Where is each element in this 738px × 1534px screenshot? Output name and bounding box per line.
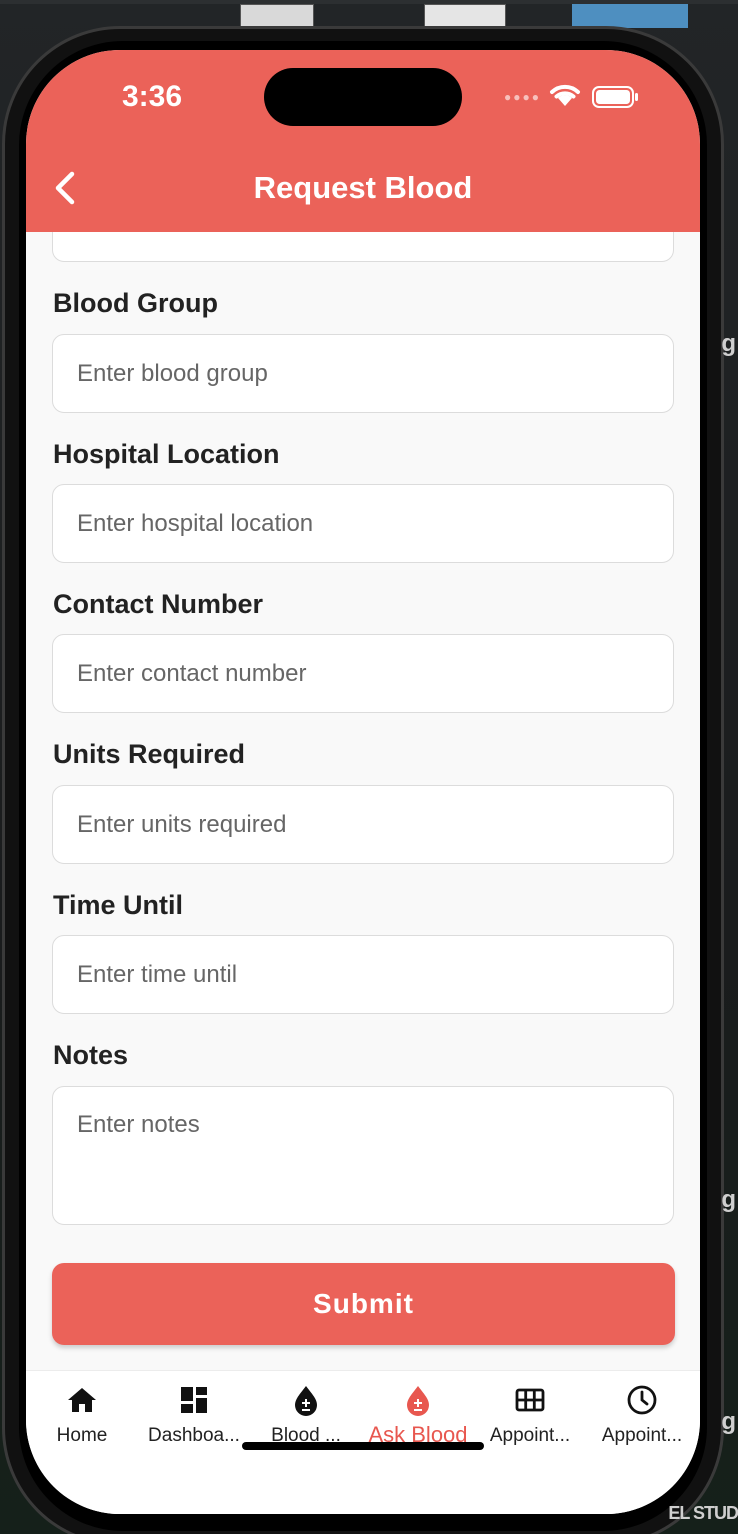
time-until-input[interactable]: Enter time until bbox=[52, 935, 674, 1014]
signal-icon: ●●●● bbox=[504, 90, 541, 104]
desktop-window-thumbnail[interactable] bbox=[424, 4, 506, 28]
dynamic-island bbox=[264, 68, 462, 126]
page-title: Request Blood bbox=[253, 170, 473, 205]
nav-label: Dashboa... bbox=[148, 1425, 240, 1446]
blood-drop-icon bbox=[295, 1386, 317, 1416]
units-required-label: Units Required bbox=[53, 739, 246, 769]
units-required-input[interactable]: Enter units required bbox=[52, 785, 674, 864]
partially-visible-field[interactable] bbox=[52, 232, 674, 262]
submit-button[interactable]: Submit bbox=[52, 1263, 675, 1345]
status-time: 3:36 bbox=[122, 80, 183, 113]
app-screen: 3:36 ●●●● Request Blood Blood Group Ente… bbox=[26, 50, 700, 1514]
background-text-fragment: g bbox=[721, 1408, 736, 1435]
hospital-location-input[interactable]: Enter hospital location bbox=[52, 484, 674, 563]
nav-label: Home bbox=[56, 1425, 108, 1446]
clock-icon bbox=[627, 1385, 657, 1415]
desktop-window-thumbnail[interactable] bbox=[240, 4, 314, 28]
battery-icon bbox=[592, 86, 638, 108]
nav-item-appointments-grid[interactable]: Appoint... bbox=[474, 1383, 586, 1447]
nav-item-appointments-clock[interactable]: Appoint... bbox=[586, 1383, 698, 1447]
contact-number-input[interactable]: Enter contact number bbox=[52, 634, 674, 713]
contact-number-label: Contact Number bbox=[53, 589, 264, 619]
background-text-fragment: g bbox=[721, 1186, 736, 1213]
nav-item-ask-blood[interactable]: Ask Blood bbox=[362, 1383, 474, 1448]
time-until-label: Time Until bbox=[53, 890, 184, 920]
notes-label: Notes bbox=[53, 1040, 129, 1070]
home-icon bbox=[68, 1388, 96, 1412]
desktop-window-thumbnail[interactable] bbox=[572, 4, 688, 28]
blood-group-label: Blood Group bbox=[53, 288, 218, 318]
dashboard-icon bbox=[181, 1387, 207, 1413]
nav-item-dashboard[interactable]: Dashboa... bbox=[138, 1383, 250, 1447]
blood-group-input[interactable]: Enter blood group bbox=[52, 334, 674, 413]
background-text-fragment: g bbox=[721, 330, 736, 357]
nav-item-home[interactable]: Home bbox=[26, 1383, 138, 1447]
home-indicator bbox=[242, 1442, 484, 1450]
wifi-icon bbox=[550, 84, 580, 106]
background-logo-fragment: EL STUD bbox=[668, 1503, 738, 1523]
notes-textarea[interactable]: Enter notes bbox=[52, 1086, 674, 1225]
nav-label: Appoint... bbox=[601, 1425, 683, 1446]
nav-label: Appoint... bbox=[489, 1425, 571, 1446]
hospital-location-label: Hospital Location bbox=[53, 439, 280, 469]
request-form: Blood Group Enter blood group Hospital L… bbox=[26, 232, 700, 1372]
blood-drop-icon bbox=[407, 1386, 429, 1416]
app-header: 3:36 ●●●● Request Blood bbox=[26, 50, 700, 232]
nav-item-blood[interactable]: Blood ... bbox=[250, 1383, 362, 1447]
grid-icon bbox=[515, 1388, 545, 1412]
